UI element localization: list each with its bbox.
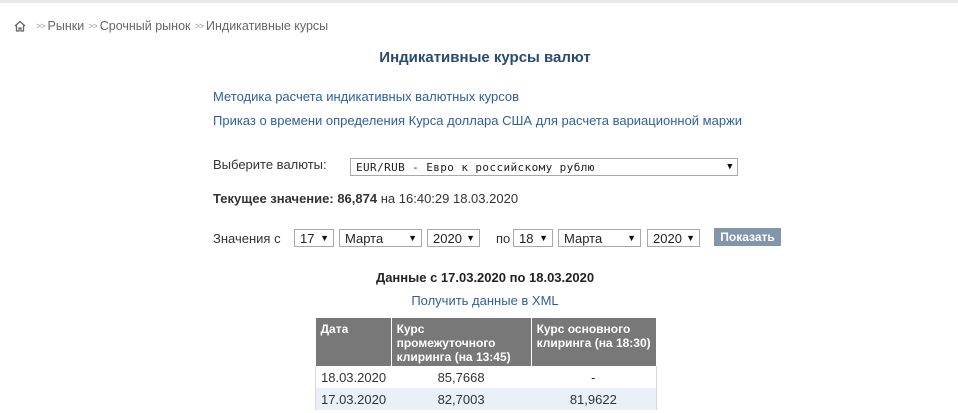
to-day-value: 18 (519, 230, 534, 246)
breadcrumb-item-derivatives[interactable]: Срочный рынок (100, 19, 191, 33)
methodology-link[interactable]: Методика расчета индикативных валютных к… (213, 89, 519, 104)
current-value: Текущее значение: 86,874 на 16:40:29 18.… (213, 191, 518, 206)
to-month-select[interactable]: Марта ▼ (558, 229, 641, 247)
current-value-number: 86,874 (337, 191, 378, 206)
currency-select-value: EUR/RUB - Евро к российскому рублю (356, 160, 595, 174)
col-header-main: Курс основного клиринга (на 18:30) (531, 318, 657, 366)
cell-date: 18.03.2020 (321, 369, 387, 385)
to-year-select[interactable]: 2020 ▼ (647, 229, 700, 247)
from-year-value: 2020 (433, 230, 462, 246)
currency-label: Выберите валюты: (213, 157, 327, 172)
top-border (0, 0, 958, 3)
xml-link[interactable]: Получить данные в XML (0, 293, 958, 308)
cell-main: - (591, 369, 596, 385)
cell-date: 17.03.2020 (315, 388, 392, 410)
to-year-value: 2020 (653, 230, 682, 246)
col-header-intermediate: Курс промежуточного клиринга (на 13:45) (391, 318, 532, 366)
col-header-date: Дата (315, 318, 392, 366)
chevron-down-icon: ▼ (686, 233, 695, 243)
dates-from-label: Значения с (213, 231, 281, 246)
table-row: 18.03.2020 85,7668 - (315, 366, 657, 388)
range-title: Данные с 17.03.2020 по 18.03.2020 (375, 270, 595, 285)
cell-main: 81,9622 (531, 388, 657, 410)
to-month-value: Марта (564, 230, 603, 246)
from-day-select[interactable]: 17 ▼ (294, 229, 334, 247)
breadcrumb-item-indicative-rates[interactable]: Индикативные курсы (206, 19, 328, 33)
chevron-down-icon: ▼ (466, 233, 475, 243)
to-day-select[interactable]: 18 ▼ (513, 229, 553, 247)
breadcrumb: >> Рынки >> Срочный рынок >> Индикативны… (14, 18, 328, 34)
home-icon[interactable] (14, 20, 26, 32)
page-title: Индикативные курсы валют (379, 49, 591, 66)
chevron-down-icon: ▼ (320, 233, 329, 243)
show-button[interactable]: Показать (714, 228, 781, 246)
table-row: 17.03.2020 82,7003 81,9622 (315, 388, 657, 410)
table-header-row: Дата Курс промежуточного клиринга (на 13… (315, 318, 657, 366)
chevron-down-icon: ▼ (627, 233, 636, 243)
from-month-value: Марта (345, 230, 384, 246)
chevron-down-icon: ▼ (408, 233, 417, 243)
breadcrumb-item-markets[interactable]: Рынки (48, 19, 85, 33)
rates-table: Дата Курс промежуточного клиринга (на 13… (315, 318, 657, 410)
breadcrumb-separator: >> (88, 21, 97, 31)
cell-intermediate: 82,7003 (391, 388, 532, 410)
order-link[interactable]: Приказ о времени определения Курса долла… (213, 113, 742, 128)
dates-to-label: по (496, 231, 511, 246)
current-value-label: Текущее значение: (213, 191, 334, 206)
currency-select[interactable]: EUR/RUB - Евро к российскому рублю ▼ (350, 158, 738, 176)
from-month-select[interactable]: Марта ▼ (339, 229, 422, 247)
from-day-value: 17 (300, 230, 315, 246)
from-year-select[interactable]: 2020 ▼ (427, 229, 480, 247)
current-value-time: 16:40:29 18.03.2020 (398, 191, 519, 206)
breadcrumb-separator: >> (36, 21, 45, 31)
cell-intermediate: 85,7668 (437, 369, 485, 385)
chevron-down-icon: ▼ (539, 233, 548, 243)
chevron-down-icon: ▼ (727, 162, 733, 172)
breadcrumb-separator: >> (194, 21, 204, 31)
current-value-at: на (380, 191, 396, 206)
